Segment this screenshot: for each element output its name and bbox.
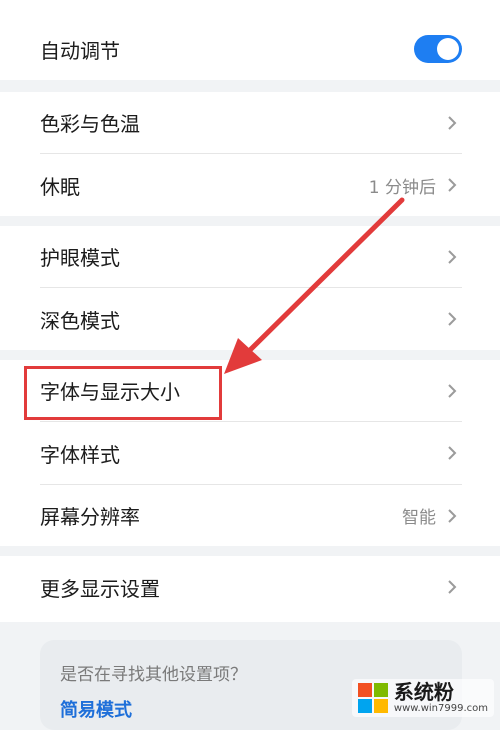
- chevron-right-icon: [448, 115, 457, 130]
- auto-adjust-row[interactable]: 自动调节: [0, 18, 500, 80]
- toggle-knob: [437, 38, 459, 60]
- dark-mode-row[interactable]: 深色模式: [0, 288, 500, 350]
- more-display-label: 更多显示设置: [40, 576, 160, 601]
- simple-mode-link[interactable]: 简易模式: [60, 696, 132, 722]
- watermark: 系统粉 www.win7999.com: [351, 679, 494, 717]
- card-eye-dark: 护眼模式 深色模式: [0, 226, 500, 350]
- sleep-right: 1 分钟后: [369, 154, 462, 216]
- resolution-value: 智能: [402, 508, 436, 528]
- dark-mode-label: 深色模式: [40, 308, 120, 333]
- color-temp-label: 色彩与色温: [40, 112, 140, 136]
- chevron-right-icon: [448, 312, 457, 326]
- auto-adjust-label: 自动调节: [40, 38, 120, 63]
- chevron-right-icon: [448, 249, 457, 264]
- font-style-right: [442, 422, 462, 484]
- watermark-url: www.win7999.com: [393, 703, 488, 714]
- chevron-right-icon: [448, 178, 457, 192]
- eye-care-label: 护眼模式: [40, 246, 120, 270]
- hint-question: 是否在寻找其他设置项？: [60, 665, 247, 685]
- sleep-label: 休眠: [40, 174, 80, 199]
- color-temp-right: [442, 92, 462, 153]
- resolution-right: 智能: [402, 485, 462, 546]
- color-temp-row[interactable]: 色彩与色温: [0, 92, 500, 153]
- annotation-highlight-box: [24, 366, 222, 420]
- more-display-row[interactable]: 更多显示设置: [0, 556, 500, 618]
- watermark-brand: 系统粉: [393, 680, 454, 704]
- chevron-right-icon: [448, 383, 457, 398]
- card-color-sleep: 色彩与色温 休眠 1 分钟后: [0, 92, 500, 216]
- resolution-label: 屏幕分辨率: [40, 505, 140, 529]
- resolution-row[interactable]: 屏幕分辨率 智能: [0, 485, 500, 546]
- more-display-right: [442, 556, 462, 618]
- chevron-right-icon: [448, 446, 457, 460]
- card-more-display: 更多显示设置: [0, 556, 500, 622]
- sleep-value: 1 分钟后: [368, 177, 436, 198]
- font-style-row[interactable]: 字体样式: [0, 422, 500, 484]
- auto-adjust-toggle[interactable]: [414, 35, 462, 63]
- font-display-size-right: [442, 360, 462, 421]
- card-auto-adjust: 自动调节: [0, 0, 500, 80]
- font-style-label: 字体样式: [40, 442, 120, 467]
- chevron-right-icon: [448, 580, 457, 594]
- windows-logo-icon: [357, 683, 388, 713]
- chevron-right-icon: [448, 508, 457, 523]
- sleep-row[interactable]: 休眠 1 分钟后: [0, 154, 500, 216]
- dark-mode-right: [442, 288, 462, 350]
- eye-care-right: [442, 226, 462, 287]
- eye-care-row[interactable]: 护眼模式: [0, 226, 500, 287]
